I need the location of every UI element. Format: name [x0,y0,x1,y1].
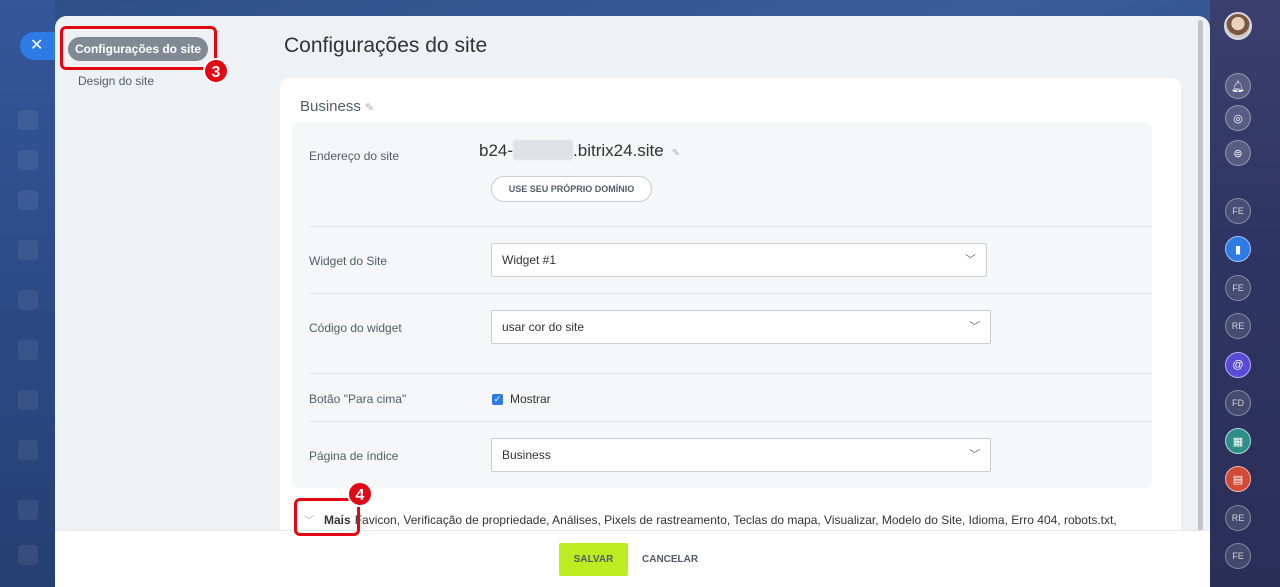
settings-fields: Endereço do site b24- .bitrix24.site ✎ USE… [292,122,1152,488]
widget-code-label: Código do widget [309,321,402,335]
at-icon[interactable]: @ [1225,352,1251,378]
pencil-icon[interactable]: ✎ [365,101,374,114]
menu-placeholder-icon [18,440,38,460]
spiral-icon[interactable]: ◎ [1225,105,1251,131]
chevron-down-icon: ﹀ [969,449,980,461]
contact-avatar-fe[interactable]: FE [1225,198,1251,224]
more-settings-row[interactable]: ﹀ Mais Favicon, Verificação de propriedade… [304,512,1117,527]
blurred-address-part [513,140,574,160]
page-title: Configurações do site [284,34,488,57]
menu-placeholder-icon [18,545,38,565]
index-page-select[interactable]: Business ﹀ [491,438,991,472]
divider [309,226,1152,227]
section-title-text: Business [300,98,361,115]
menu-placeholder-icon [18,340,38,360]
index-page-select-value: Business [502,448,551,462]
bookmark-icon[interactable]: ▮ [1225,236,1251,262]
menu-placeholder-icon [18,110,38,130]
divider [309,373,1152,374]
use-own-domain-button[interactable]: USE SEU PRÓPRIO DOMÍNIO [491,176,652,202]
annotation-badge-4: 4 [347,481,373,507]
contact-avatar-fe[interactable]: FE [1225,543,1251,569]
show-up-button-label[interactable]: Mostrar [510,392,551,406]
address-label: Endereço do site [309,149,400,163]
widget-code-select-value: usar cor do site [502,320,585,334]
close-icon: ✕ [30,37,44,54]
right-rail: 🔔︎ ◎ ⊜ FE ▮ FE RE @ FD ▦ ▤ RE FE [1210,0,1280,587]
annotation-box-4 [294,498,360,536]
calendar-icon[interactable]: ▤ [1225,466,1251,492]
up-button-label: Botão "Para cima" [309,392,407,406]
widget-select[interactable]: Widget #1 ﹀ [491,243,987,277]
menu-placeholder-icon [18,390,38,410]
address-prefix: b24- [479,141,514,160]
more-items-list: Favicon, Verificação de propriedade, Aná… [354,513,1117,527]
sidebar-item-site-design[interactable]: Design do site [78,74,154,88]
left-menu-background [0,0,55,587]
contact-avatar-re[interactable]: RE [1225,505,1251,531]
footer-bar: SALVAR CANCELAR [55,530,1210,587]
pencil-icon[interactable]: ✎ [672,148,680,159]
chevron-down-icon: ﹀ [969,321,980,333]
divider [309,421,1152,422]
map-icon[interactable]: ▦ [1225,428,1251,454]
settings-card: Business ✎ Endereço do site b24- .bitrix24… [280,78,1181,587]
widget-code-select[interactable]: usar cor do site ﹀ [491,310,991,344]
contact-avatar-fd[interactable]: FD [1225,390,1251,416]
widget-select-value: Widget #1 [502,253,557,267]
menu-placeholder-icon [18,500,38,520]
widget-label: Widget do Site [309,254,388,268]
menu-placeholder-icon [18,290,38,310]
bell-icon[interactable]: 🔔︎ [1225,73,1251,99]
index-page-label: Página de índice [309,449,399,463]
menu-placeholder-icon [18,240,38,260]
site-address: b24- .bitrix24.site ✎ [479,140,680,161]
contact-avatar-fe[interactable]: FE [1225,275,1251,301]
menu-placeholder-icon [18,190,38,210]
user-avatar[interactable] [1224,12,1252,40]
chevron-down-icon: ﹀ [965,254,976,266]
annotation-box-3 [60,26,217,70]
settings-sidebar: Configurações do site Design do site [55,16,260,587]
scrollbar-thumb[interactable] [1198,20,1203,540]
contact-avatar-re[interactable]: RE [1225,313,1251,339]
menu-placeholder-icon [18,150,38,170]
cancel-button[interactable]: CANCELAR [642,543,698,576]
settings-panel: Configurações do site Design do site Con… [55,16,1210,587]
divider [309,293,1152,294]
chat-icon[interactable]: ⊜ [1225,140,1251,166]
section-title: Business ✎ [300,98,374,115]
show-up-button-checkbox[interactable]: ✓ [492,394,503,405]
address-suffix: .bitrix24.site [573,141,664,160]
save-button[interactable]: SALVAR [559,543,628,576]
scrollbar[interactable] [1198,20,1203,540]
annotation-badge-3: 3 [203,58,229,84]
close-slider-button[interactable]: ✕ [20,32,56,60]
